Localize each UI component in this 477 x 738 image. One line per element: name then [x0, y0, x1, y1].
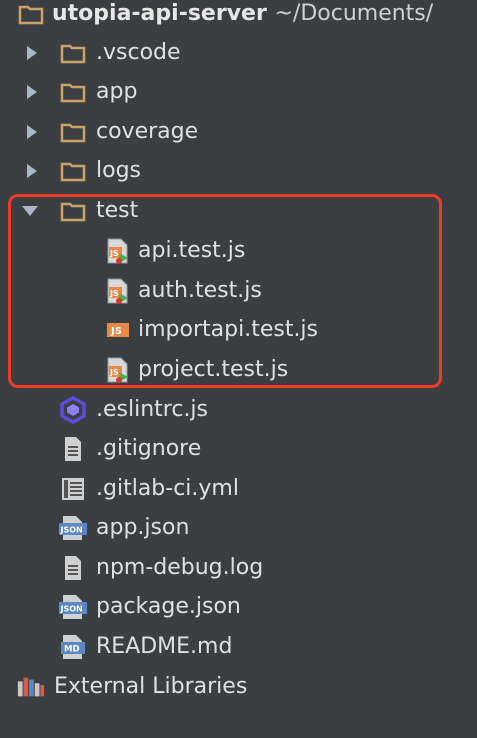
- tree-file-package-json[interactable]: JSON package.json: [0, 587, 477, 627]
- project-root-row[interactable]: utopia-api-server ~/Documents/: [0, 0, 477, 34]
- tree-file-readme[interactable]: MD README.md: [0, 627, 477, 667]
- folder-icon: [58, 151, 88, 191]
- tree-item-label: .vscode: [96, 40, 181, 65]
- folder-icon: [58, 33, 88, 73]
- yaml-file-icon: [58, 469, 88, 509]
- tree-file-app-json[interactable]: JSON app.json: [0, 508, 477, 548]
- tree-item-label: npm-debug.log: [96, 555, 264, 580]
- tree-folder-coverage[interactable]: coverage: [0, 112, 477, 152]
- tree-item-label: .eslintrc.js: [96, 397, 209, 422]
- tree-item-label: README.md: [96, 634, 233, 659]
- tree-folder-vscode[interactable]: .vscode: [0, 33, 477, 73]
- tree-folder-logs[interactable]: logs: [0, 151, 477, 191]
- eslint-icon: [58, 390, 88, 430]
- tree-item-label: .gitignore: [96, 436, 202, 461]
- project-name: utopia-api-server: [52, 1, 267, 26]
- text-file-icon: [58, 429, 88, 469]
- tree-external-libraries[interactable]: External Libraries: [0, 667, 477, 707]
- json-file-icon: JSON: [58, 508, 88, 548]
- folder-icon: [16, 0, 46, 34]
- text-file-icon: [58, 548, 88, 588]
- folder-icon: [58, 112, 88, 152]
- json-badge-text: JSON: [60, 526, 83, 535]
- tree-file-npm-debug-log[interactable]: npm-debug.log: [0, 548, 477, 588]
- chevron-right-icon[interactable]: [20, 72, 44, 112]
- tree-item-label: app: [96, 79, 138, 104]
- tree-item-label: coverage: [96, 119, 199, 144]
- chevron-right-icon[interactable]: [20, 112, 44, 152]
- tree-item-label: External Libraries: [54, 674, 248, 699]
- tree-file-gitlab-ci[interactable]: .gitlab-ci.yml: [0, 469, 477, 509]
- tree-item-label: package.json: [96, 594, 241, 619]
- tree-item-label: app.json: [96, 515, 190, 540]
- libraries-icon: [16, 667, 46, 707]
- folder-icon: [58, 72, 88, 112]
- markdown-file-icon: MD: [58, 627, 88, 667]
- md-badge-text: MD: [64, 645, 80, 655]
- annotation-highlight-box: [8, 194, 442, 388]
- tree-folder-app[interactable]: app: [0, 72, 477, 112]
- json-badge-text: JSON: [60, 605, 83, 614]
- tree-item-label: .gitlab-ci.yml: [96, 476, 239, 501]
- tree-file-eslintrc[interactable]: .eslintrc.js: [0, 390, 477, 430]
- tree-file-gitignore[interactable]: .gitignore: [0, 429, 477, 469]
- tree-item-label: logs: [96, 158, 141, 183]
- json-file-icon: JSON: [58, 587, 88, 627]
- chevron-right-icon[interactable]: [20, 151, 44, 191]
- chevron-right-icon[interactable]: [20, 33, 44, 73]
- project-path: ~/Documents/: [274, 1, 434, 26]
